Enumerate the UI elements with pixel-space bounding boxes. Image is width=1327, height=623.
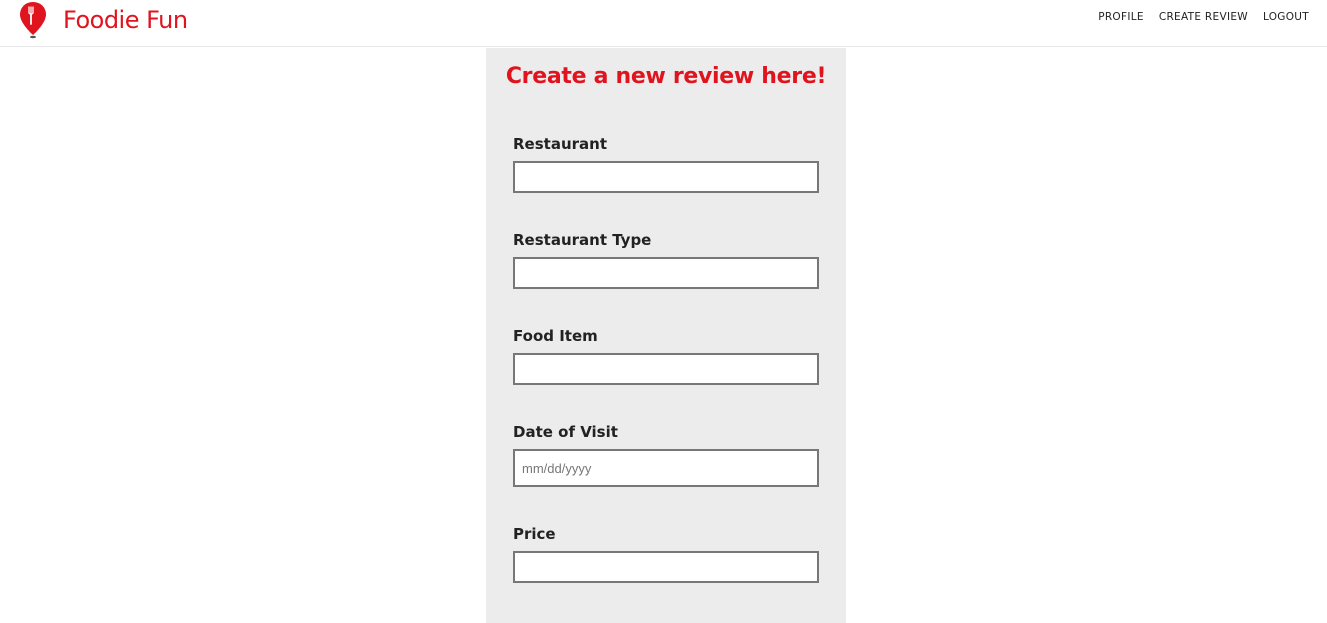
restaurant-type-input[interactable] bbox=[513, 257, 819, 289]
date-of-visit-input[interactable] bbox=[513, 449, 819, 487]
map-pin-fork-icon bbox=[20, 2, 46, 39]
nav-create-review-link[interactable]: CREATE REVIEW bbox=[1159, 11, 1248, 23]
nav-logout-link[interactable]: LOGOUT bbox=[1263, 11, 1309, 23]
date-of-visit-label: Date of Visit bbox=[513, 423, 618, 441]
top-navbar: Foodie Fun PROFILE CREATE REVIEW LOGOUT bbox=[0, 0, 1327, 47]
create-review-panel: Create a new review here! Restaurant Res… bbox=[486, 48, 846, 623]
nav-profile-link[interactable]: PROFILE bbox=[1098, 11, 1144, 23]
price-input[interactable] bbox=[513, 551, 819, 583]
restaurant-input[interactable] bbox=[513, 161, 819, 193]
food-item-input[interactable] bbox=[513, 353, 819, 385]
food-item-label: Food Item bbox=[513, 327, 598, 345]
brand-name: Foodie Fun bbox=[63, 6, 188, 34]
price-label: Price bbox=[513, 525, 556, 543]
nav-links: PROFILE CREATE REVIEW LOGOUT bbox=[1098, 11, 1309, 23]
restaurant-type-label: Restaurant Type bbox=[513, 231, 652, 249]
page-title: Create a new review here! bbox=[505, 64, 827, 89]
brand-link[interactable]: Foodie Fun bbox=[18, 0, 188, 40]
restaurant-label: Restaurant bbox=[513, 135, 607, 153]
